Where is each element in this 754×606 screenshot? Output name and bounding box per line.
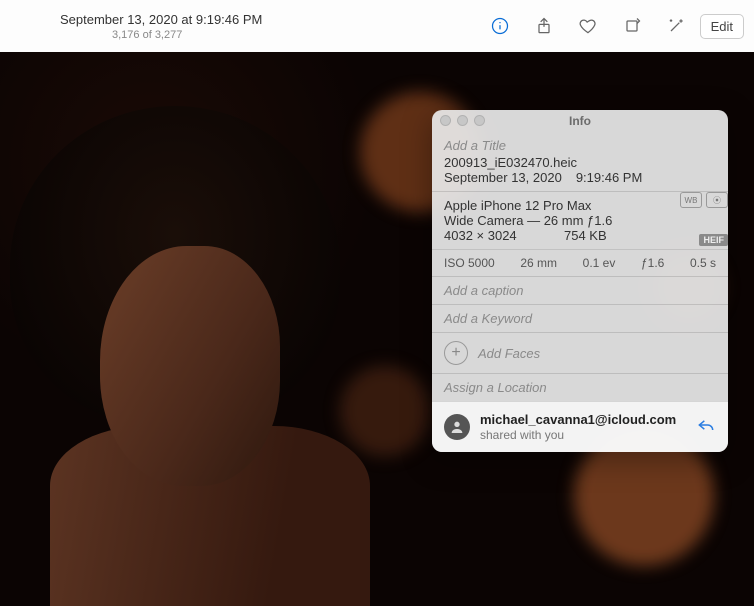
keyword-section[interactable]: Add a Keyword [432,304,728,332]
plus-icon: + [451,344,460,362]
exif-iso: ISO 5000 [444,256,495,270]
exif-row: ISO 5000 26 mm 0.1 ev ƒ1.6 0.5 s [432,249,728,276]
heart-icon [578,16,598,36]
title-section: Add a Title 200913_iE032470.heic Septemb… [432,132,728,191]
photo-date: September 13, 2020 at 9:19:46 PM [60,12,480,27]
edit-button[interactable]: Edit [700,14,744,39]
info-button[interactable] [480,11,520,41]
metering-icon[interactable]: ⦿ [706,192,728,208]
close-icon[interactable] [440,115,451,126]
shared-section: michael_cavanna1@icloud.com shared with … [432,401,728,452]
location-section[interactable]: Assign a Location [432,373,728,401]
lens-label: Wide Camera — 26 mm ƒ1.6 [444,213,716,228]
rotate-button[interactable] [612,11,652,41]
white-balance-icon[interactable]: WB [680,192,702,208]
faces-label: Add Faces [478,346,540,361]
exif-shutter: 0.5 s [690,256,716,270]
dimensions-label: 4032 × 3024 [444,228,564,243]
info-panel: Info Add a Title 200913_iE032470.heic Se… [432,110,728,452]
info-icon [490,16,510,36]
filesize-label: 754 KB [564,228,607,243]
date-label: September 13, 2020 [444,170,562,185]
person-icon [449,419,465,435]
share-button[interactable] [524,11,564,41]
caption-section[interactable]: Add a caption [432,276,728,304]
keyword-field[interactable]: Add a Keyword [444,311,532,326]
exif-aperture: ƒ1.6 [641,256,664,270]
format-badge: HEIF [699,234,728,246]
shared-sender: michael_cavanna1@icloud.com [480,412,686,428]
reply-icon [696,415,716,435]
minimize-icon[interactable] [457,115,468,126]
rotate-icon [622,16,642,36]
avatar [444,414,470,440]
favorite-button[interactable] [568,11,608,41]
filename-label: 200913_iE032470.heic [444,155,716,170]
shared-sub: shared with you [480,428,686,442]
toolbar-actions: Edit [480,11,744,41]
add-face-button[interactable]: + [444,341,468,365]
exif-focal: 26 mm [520,256,557,270]
toolbar: September 13, 2020 at 9:19:46 PM 3,176 o… [0,0,754,52]
title-field[interactable]: Add a Title [444,138,716,153]
faces-section[interactable]: + Add Faces [432,332,728,373]
device-label: Apple iPhone 12 Pro Max [444,198,716,213]
exif-ev: 0.1 ev [583,256,616,270]
location-field[interactable]: Assign a Location [444,380,547,395]
toolbar-title-area: September 13, 2020 at 9:19:46 PM 3,176 o… [10,12,480,41]
share-icon [534,16,554,36]
panel-titlebar[interactable]: Info [432,110,728,132]
caption-field[interactable]: Add a caption [444,283,524,298]
window-controls[interactable] [440,115,485,126]
reply-button[interactable] [696,415,716,438]
photo-subject [10,106,370,606]
wand-icon [666,16,686,36]
zoom-icon[interactable] [474,115,485,126]
panel-title: Info [569,114,591,128]
camera-section: WB ⦿ Apple iPhone 12 Pro Max Wide Camera… [432,191,728,249]
photo-count: 3,176 of 3,277 [112,29,480,41]
auto-enhance-button[interactable] [656,11,696,41]
time-label: 9:19:46 PM [576,170,643,185]
